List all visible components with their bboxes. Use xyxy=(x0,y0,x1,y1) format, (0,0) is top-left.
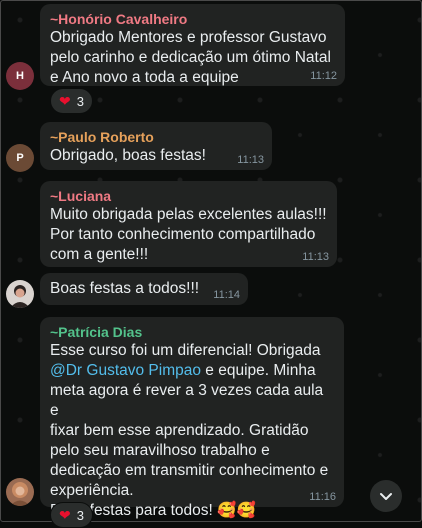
message-time: 11:13 xyxy=(237,154,264,166)
heart-icon: ❤ xyxy=(59,506,71,523)
message-time: 11:14 xyxy=(213,289,240,301)
message-bubble[interactable]: ~Paulo Roberto Obrigado, boas festas! 11… xyxy=(40,122,272,170)
avatar-letter: H xyxy=(16,70,24,82)
message-bubble[interactable]: ~Patrícia Dias Esse curso foi um diferen… xyxy=(40,317,344,519)
avatar[interactable] xyxy=(6,280,34,308)
message-bubble[interactable]: ~Luciana Muito obrigada pelas excelentes… xyxy=(40,181,337,267)
sender-name[interactable]: ~Paulo Roberto xyxy=(50,128,262,146)
sender-name[interactable]: ~Honório Cavalheiro xyxy=(50,10,335,28)
avatar[interactable] xyxy=(6,478,34,506)
message-text-part: Esse curso foi um diferencial! Obrigada xyxy=(50,342,321,359)
sender-name[interactable]: ~Luciana xyxy=(50,187,327,205)
message-text-part: e equipe. Minha meta agora é rever a 3 v… xyxy=(50,362,329,519)
avatar-letter: P xyxy=(16,152,24,164)
message-time: 11:16 xyxy=(309,491,336,503)
reaction-count: 3 xyxy=(76,93,84,109)
avatar[interactable]: P xyxy=(6,144,34,172)
message-bubble[interactable]: ~Honório Cavalheiro Obrigado Mentores e … xyxy=(40,4,345,86)
message-text: Muito obrigada pelas excelentes aulas!!!… xyxy=(50,206,327,263)
avatar-photo xyxy=(10,285,30,308)
avatar[interactable]: H xyxy=(6,62,34,90)
avatar-photo xyxy=(10,482,30,506)
reaction-badge[interactable]: ❤ 3 xyxy=(50,88,93,114)
message-text: Boas festas a todos!!! xyxy=(50,280,200,297)
reaction-badge[interactable]: ❤ 3 xyxy=(50,502,93,528)
message-text: Esse curso foi um diferencial! Obrigada … xyxy=(50,341,334,521)
message-time: 11:12 xyxy=(310,70,337,82)
message-text: Obrigado Mentores e professor Gustavo pe… xyxy=(50,29,331,86)
chevron-down-icon xyxy=(380,493,392,500)
message-text: Obrigado, boas festas! xyxy=(50,147,206,164)
scroll-down-button[interactable] xyxy=(370,480,402,512)
message-bubble[interactable]: Boas festas a todos!!! 11:14 xyxy=(40,273,248,305)
message-time: 11:13 xyxy=(302,251,329,263)
mention-link[interactable]: @Dr Gustavo Pimpao xyxy=(50,362,201,379)
reaction-count: 3 xyxy=(76,507,84,523)
sender-name[interactable]: ~Patrícia Dias xyxy=(50,323,334,341)
heart-icon: ❤ xyxy=(59,92,71,109)
